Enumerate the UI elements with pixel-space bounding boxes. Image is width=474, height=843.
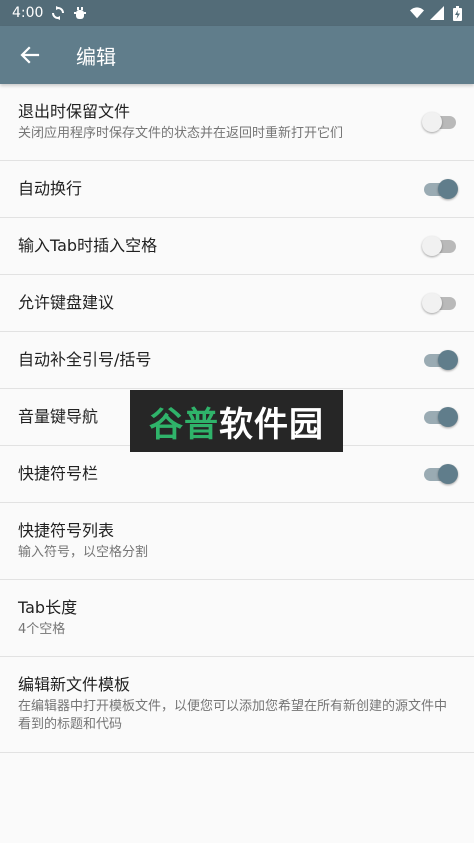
volume-navigation-switch[interactable] — [422, 406, 458, 428]
keep-files-switch[interactable] — [422, 111, 458, 133]
page-title: 编辑 — [76, 44, 116, 69]
setting-tab-spaces[interactable]: 输入Tab时插入空格 — [0, 218, 474, 275]
back-button[interactable] — [18, 43, 42, 67]
status-time: 4:00 — [12, 5, 44, 21]
setting-summary: 4个空格 — [18, 622, 66, 637]
wifi-icon — [410, 6, 424, 20]
setting-symbol-bar[interactable]: 快捷符号栏 — [0, 446, 474, 503]
setting-title: 输入Tab时插入空格 — [18, 236, 158, 255]
debug-icon — [73, 6, 87, 20]
app-bar: 编辑 — [0, 26, 474, 84]
status-right — [410, 5, 464, 21]
setting-title: 允许键盘建议 — [18, 293, 115, 312]
setting-keep-files[interactable]: 退出时保留文件 关闭应用程序时保存文件的状态并在返回时重新打开它们 — [0, 84, 474, 161]
setting-title: 自动补全引号/括号 — [18, 350, 152, 369]
setting-word-wrap[interactable]: 自动换行 — [0, 161, 474, 218]
setting-title: 快捷符号列表 — [18, 521, 115, 540]
auto-close-brackets-switch[interactable] — [422, 349, 458, 371]
watermark-part1: 谷普 — [149, 404, 219, 445]
watermark-part2: 软件园 — [219, 404, 324, 445]
setting-tab-length[interactable]: Tab长度 4个空格 — [0, 580, 474, 657]
setting-auto-close-brackets[interactable]: 自动补全引号/括号 — [0, 332, 474, 389]
symbol-bar-switch[interactable] — [422, 463, 458, 485]
watermark-logo: 谷普 软件园 — [130, 390, 343, 452]
signal-icon — [430, 6, 444, 20]
status-bar: 4:00 — [0, 0, 474, 26]
setting-title: Tab长度 — [18, 598, 78, 617]
keyboard-suggestions-switch[interactable] — [422, 292, 458, 314]
setting-title: 快捷符号栏 — [18, 464, 99, 483]
battery-icon — [450, 5, 464, 21]
setting-keyboard-suggestions[interactable]: 允许键盘建议 — [0, 275, 474, 332]
setting-title: 自动换行 — [18, 179, 83, 198]
setting-summary: 输入符号，以空格分割 — [18, 545, 149, 560]
status-left: 4:00 — [12, 5, 87, 21]
setting-title: 编辑新文件模板 — [18, 675, 131, 694]
word-wrap-switch[interactable] — [422, 178, 458, 200]
setting-title: 退出时保留文件 — [18, 102, 131, 121]
back-arrow-icon — [20, 46, 40, 64]
setting-title: 音量键导航 — [18, 407, 99, 426]
setting-new-file-template[interactable]: 编辑新文件模板 在编辑器中打开模板文件，以便您可以添加您希望在所有新创建的源文件… — [0, 657, 474, 753]
setting-summary: 关闭应用程序时保存文件的状态并在返回时重新打开它们 — [18, 126, 344, 141]
setting-summary: 在编辑器中打开模板文件，以便您可以添加您希望在所有新创建的源文件中看到的标题和代… — [18, 699, 448, 732]
tab-spaces-switch[interactable] — [422, 235, 458, 257]
sync-icon — [51, 6, 65, 20]
setting-symbol-list[interactable]: 快捷符号列表 输入符号，以空格分割 — [0, 503, 474, 580]
